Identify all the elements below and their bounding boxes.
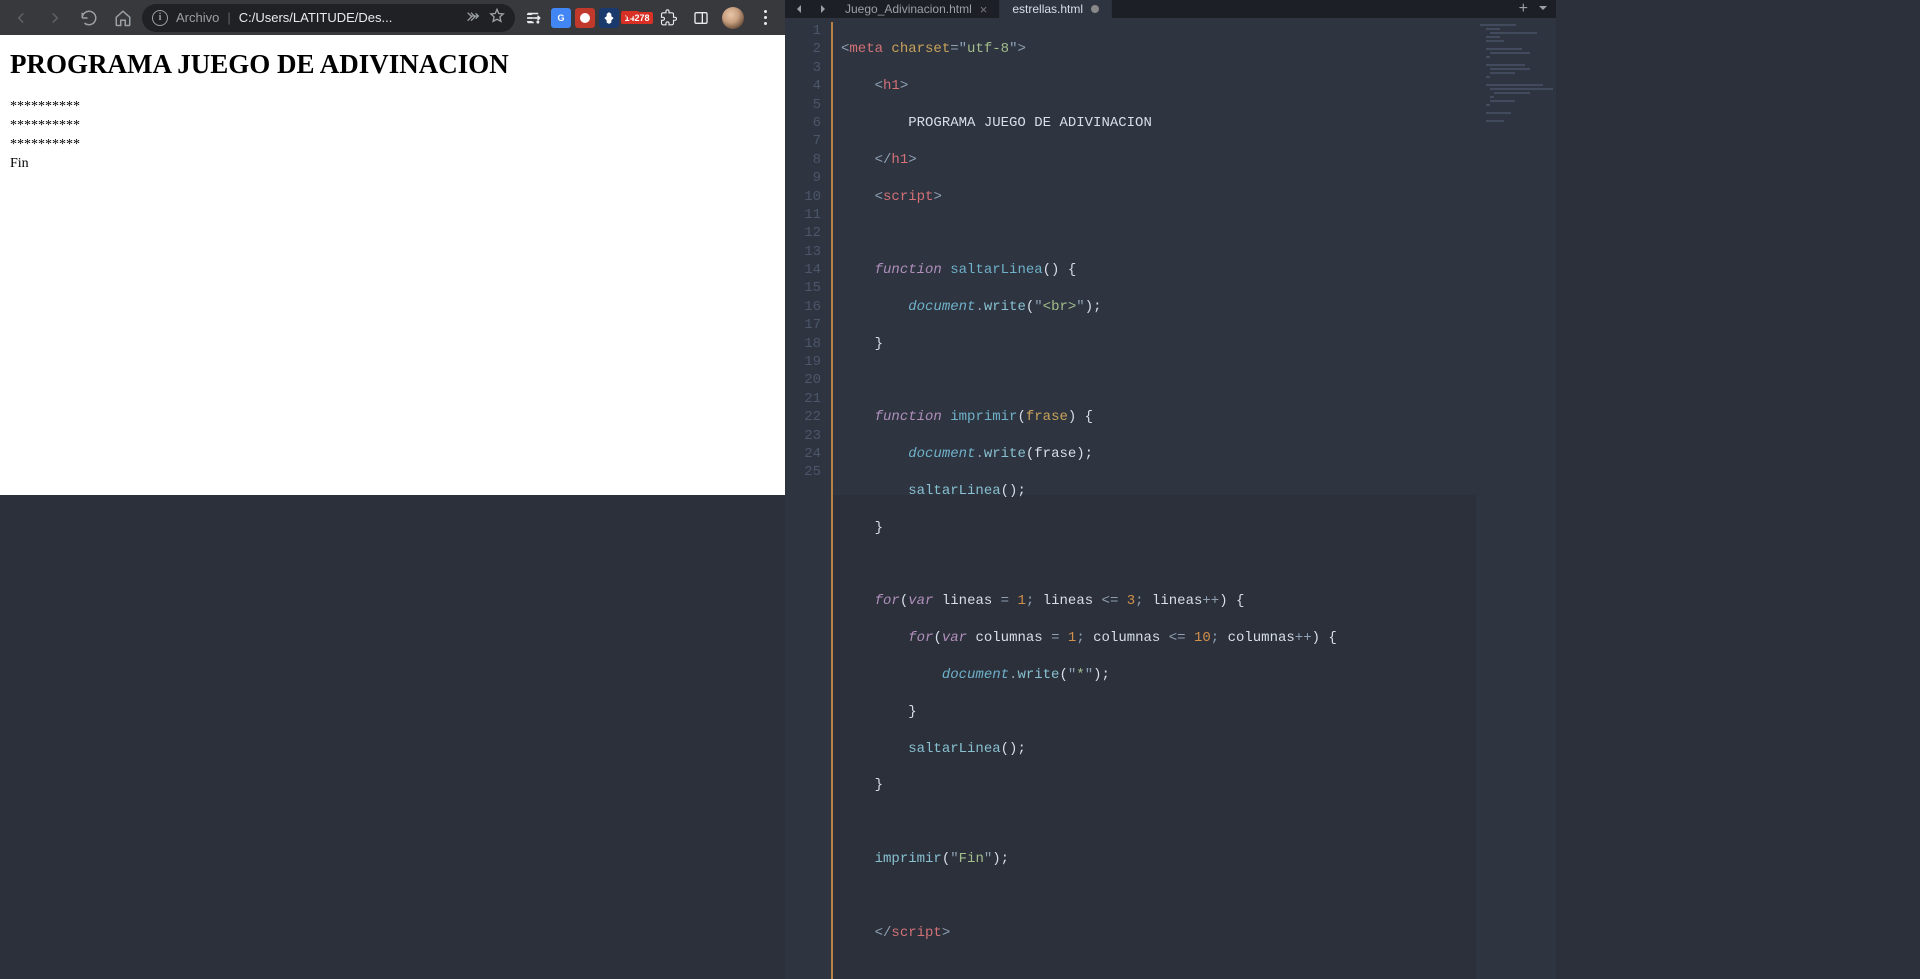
page-line: Fin <box>10 155 775 174</box>
tab-close-icon[interactable]: × <box>980 2 988 17</box>
page-line: ********** <box>10 98 775 117</box>
tab-history-back[interactable] <box>789 0 811 18</box>
editor-tab-bar: Juego_Adivinacion.html × estrellas.html … <box>785 0 1556 18</box>
page-content: PROGRAMA JUEGO DE ADIVINACION **********… <box>0 35 785 495</box>
tab-dropdown-icon[interactable] <box>1538 0 1548 18</box>
code-area[interactable]: 12345 678910 1112131415 1617181920 21222… <box>785 18 1556 979</box>
new-tab-button[interactable]: + <box>1519 0 1528 18</box>
page-line: ********** <box>10 136 775 155</box>
line-gutter: 12345 678910 1112131415 1617181920 21222… <box>785 18 831 979</box>
back-button[interactable] <box>6 4 36 32</box>
reading-list-icon[interactable] <box>519 4 547 32</box>
browser-toolbar: i Archivo | C:/Users/LATITUDE/Des... G 1… <box>0 0 785 35</box>
mail-extension-icon[interactable]: 14278 <box>623 4 651 32</box>
address-url: C:/Users/LATITUDE/Des... <box>239 10 457 25</box>
minimap[interactable] <box>1476 18 1556 979</box>
editor-tab-juego[interactable]: Juego_Adivinacion.html × <box>833 0 1000 18</box>
side-panel-icon[interactable] <box>687 4 715 32</box>
ublock-icon[interactable] <box>575 8 595 28</box>
tab-label: estrellas.html <box>1012 2 1083 16</box>
address-scheme-label: Archivo <box>176 10 219 25</box>
site-info-icon[interactable]: i <box>152 10 168 26</box>
extensions-puzzle-icon[interactable] <box>655 4 683 32</box>
home-button[interactable] <box>108 4 138 32</box>
address-bar[interactable]: i Archivo | C:/Users/LATITUDE/Des... <box>142 4 515 32</box>
page-heading: PROGRAMA JUEGO DE ADIVINACION <box>10 49 775 80</box>
forward-button[interactable] <box>40 4 70 32</box>
browser-window: i Archivo | C:/Users/LATITUDE/Des... G 1… <box>0 0 785 495</box>
bookmark-star-icon[interactable] <box>489 8 505 27</box>
page-line: ********** <box>10 117 775 136</box>
google-translate-icon[interactable]: G <box>551 8 571 28</box>
reload-button[interactable] <box>74 4 104 32</box>
editor-window: Juego_Adivinacion.html × estrellas.html … <box>785 0 1556 495</box>
tab-label: Juego_Adivinacion.html <box>845 2 972 16</box>
chrome-menu-button[interactable] <box>751 4 779 32</box>
share-icon[interactable] <box>465 8 481 27</box>
tab-dirty-indicator <box>1091 5 1099 13</box>
profile-avatar[interactable] <box>719 4 747 32</box>
code-text[interactable]: <meta charset="utf-8"> <h1> PROGRAMA JUE… <box>833 18 1556 979</box>
tab-history-forward[interactable] <box>811 0 833 18</box>
editor-tab-estrellas[interactable]: estrellas.html <box>1000 0 1112 18</box>
metamask-icon[interactable] <box>599 8 619 28</box>
separator: | <box>227 10 230 25</box>
